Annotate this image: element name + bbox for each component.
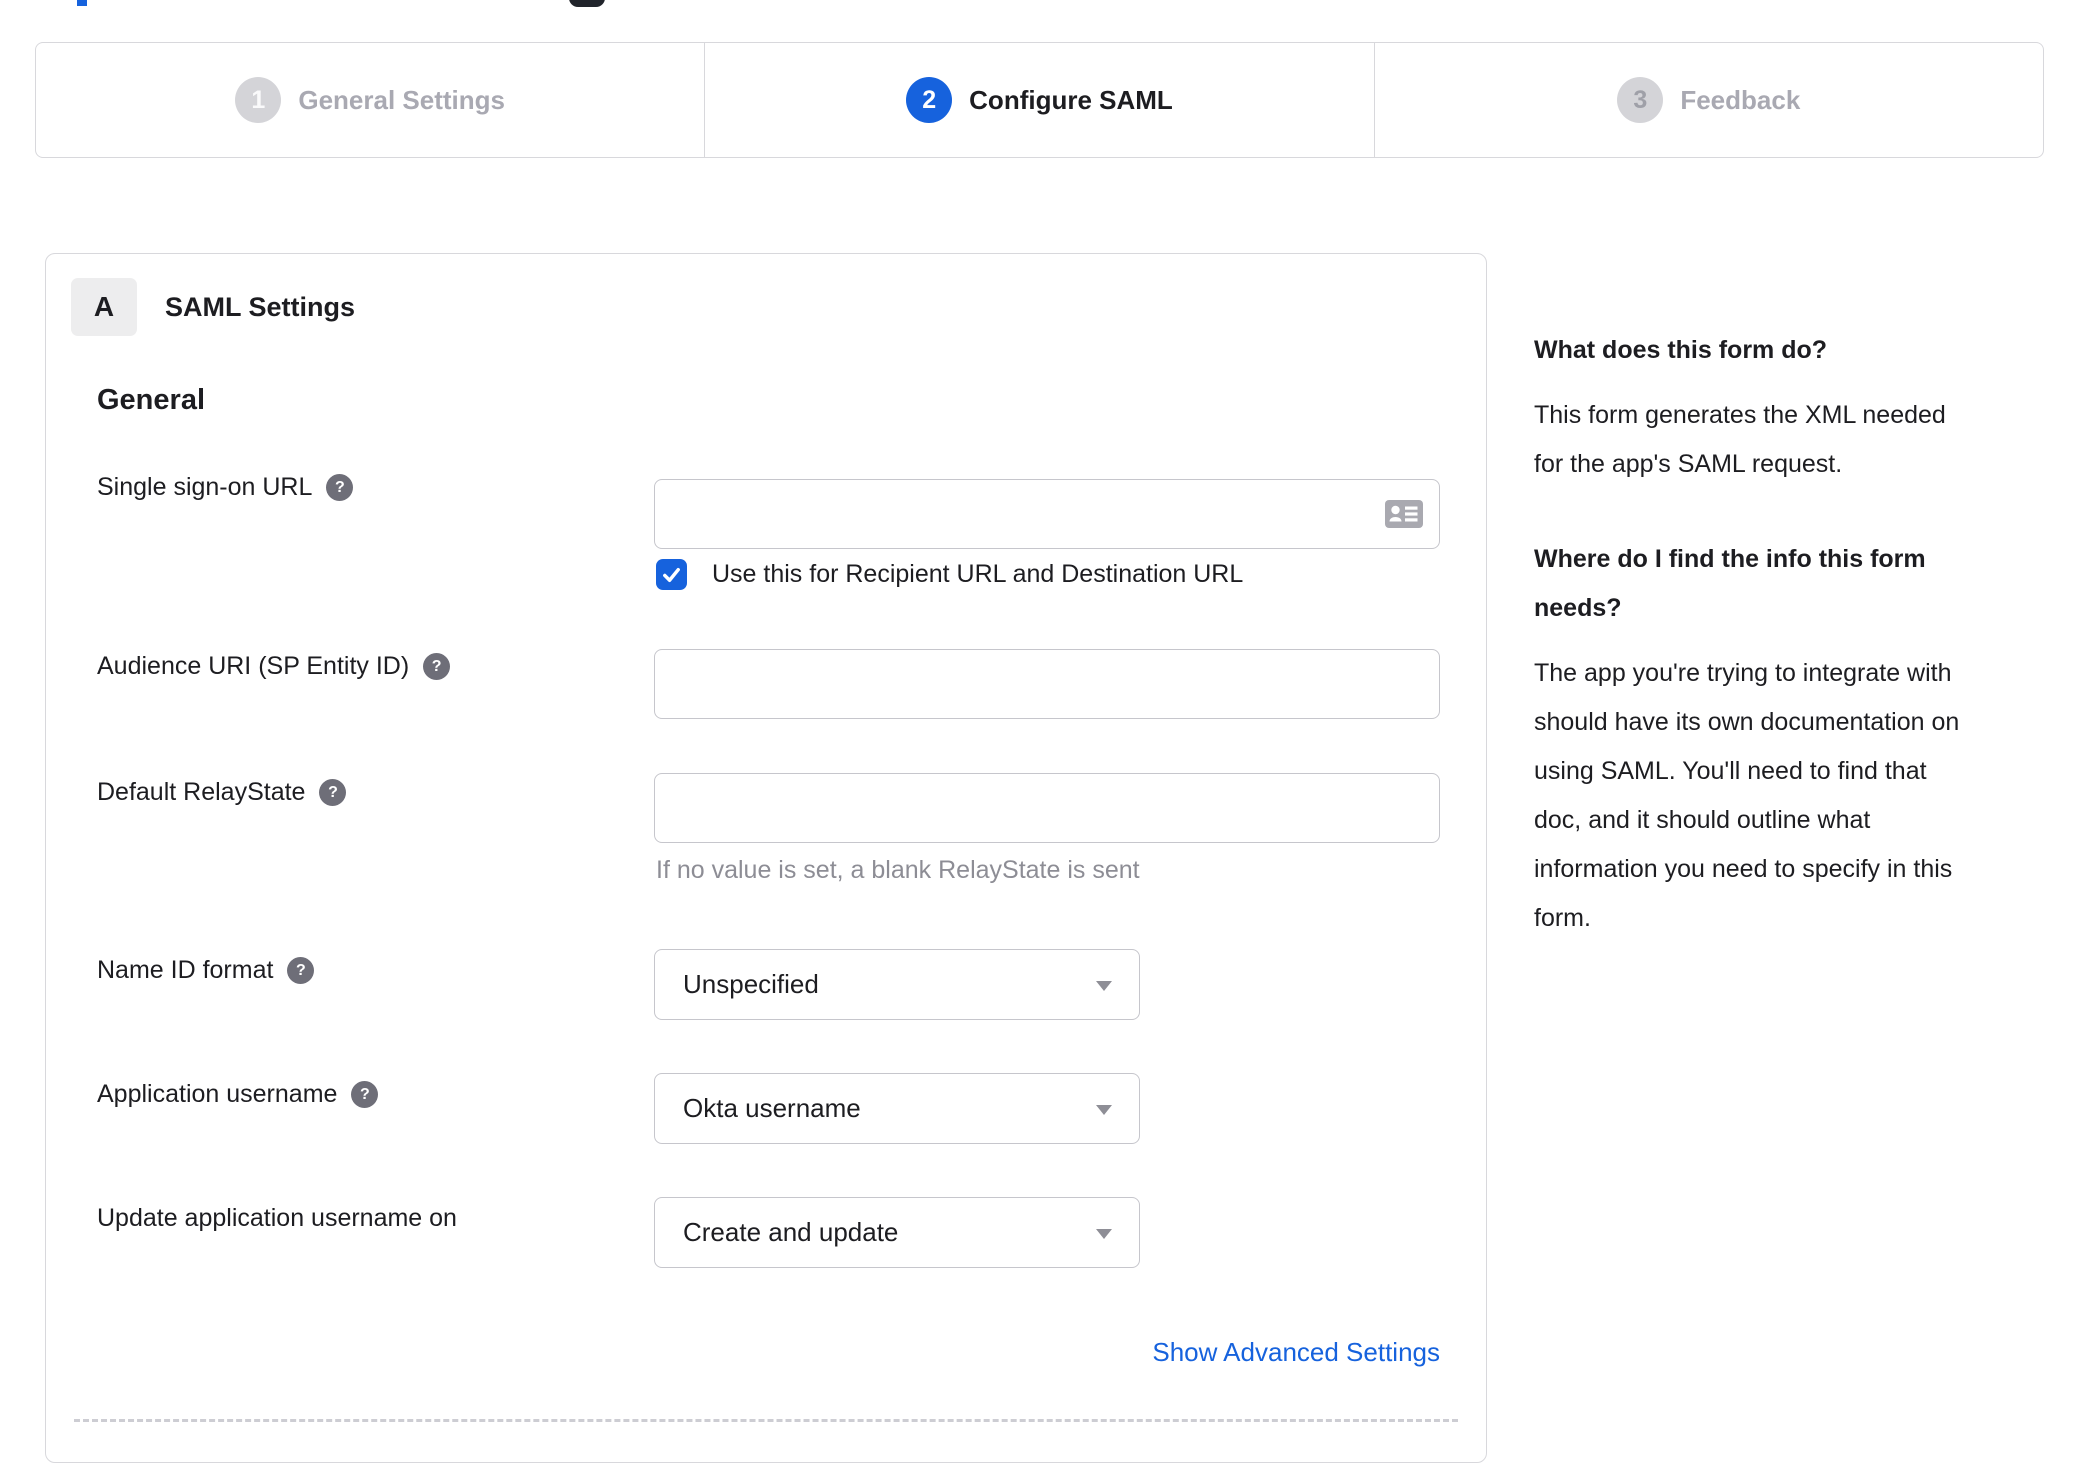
saml-settings-panel: A SAML Settings General Single sign-on U… — [45, 253, 1487, 1463]
step-number-badge: 1 — [235, 77, 282, 123]
sso-url-input-wrap — [654, 479, 1440, 549]
step-label: Configure SAML — [969, 84, 1173, 115]
section-dashed-divider — [74, 1419, 1458, 1422]
sso-url-input[interactable] — [654, 479, 1440, 549]
app-username-select[interactable]: Okta username — [654, 1073, 1140, 1144]
contact-card-icon[interactable] — [1385, 500, 1423, 528]
relaystate-label: Default RelayState — [97, 778, 306, 806]
help-paragraph-where: The app you're trying to integrate with … — [1534, 659, 1960, 932]
cutoff-app-logo-fragment — [569, 0, 605, 7]
recipient-url-checkbox[interactable] — [656, 559, 687, 590]
help-sidebar: What does this form do? This form genera… — [1534, 326, 2004, 943]
wizard-stepper: 1 General Settings 2 Configure SAML 3 Fe… — [35, 42, 2044, 158]
update-username-select[interactable]: Create and update — [654, 1197, 1140, 1268]
cutoff-blue-fragment — [77, 0, 87, 6]
nameid-format-select[interactable]: Unspecified — [654, 949, 1140, 1020]
help-heading-where: Where do I find the info this form needs… — [1534, 545, 1926, 622]
panel-title: SAML Settings — [165, 292, 356, 322]
audience-uri-label-row: Audience URI (SP Entity ID) ? — [97, 652, 451, 681]
step-label: Feedback — [1680, 84, 1801, 115]
sso-url-label-row: Single sign-on URL ? — [97, 473, 354, 502]
recipient-url-checkbox-row: Use this for Recipient URL and Destinati… — [656, 559, 1243, 590]
general-section-heading: General — [97, 384, 205, 416]
app-username-label: Application username — [97, 1080, 338, 1108]
update-username-label: Update application username on — [97, 1204, 457, 1232]
step-feedback[interactable]: 3 Feedback — [1373, 43, 2043, 157]
show-advanced-settings-link[interactable]: Show Advanced Settings — [654, 1337, 1440, 1368]
app-username-label-row: Application username ? — [97, 1080, 379, 1109]
relaystate-input[interactable] — [654, 773, 1440, 843]
audience-uri-input[interactable] — [654, 649, 1440, 719]
sso-url-label: Single sign-on URL — [97, 473, 313, 501]
step-number-badge: 3 — [1617, 77, 1664, 123]
app-username-value: Okta username — [683, 1093, 861, 1123]
help-icon[interactable]: ? — [319, 779, 347, 806]
relaystate-hint: If no value is set, a blank RelayState i… — [656, 856, 1140, 884]
relaystate-label-row: Default RelayState ? — [97, 778, 347, 807]
step-configure-saml[interactable]: 2 Configure SAML — [704, 43, 1373, 157]
update-username-label-row: Update application username on — [97, 1204, 457, 1233]
help-heading-what: What does this form do? — [1534, 336, 1828, 364]
step-number-badge: 2 — [906, 77, 953, 123]
chevron-down-icon — [1096, 1229, 1112, 1239]
audience-uri-label: Audience URI (SP Entity ID) — [97, 652, 410, 680]
step-label: General Settings — [298, 84, 505, 115]
checkmark-icon — [663, 567, 680, 582]
recipient-url-checkbox-label: Use this for Recipient URL and Destinati… — [712, 560, 1244, 588]
help-icon[interactable]: ? — [287, 957, 315, 984]
update-username-value: Create and update — [683, 1217, 899, 1247]
chevron-down-icon — [1096, 1105, 1112, 1115]
step-general-settings[interactable]: 1 General Settings — [36, 43, 704, 157]
help-icon[interactable]: ? — [326, 474, 354, 501]
nameid-format-value: Unspecified — [683, 969, 819, 999]
nameid-format-label: Name ID format — [97, 956, 274, 984]
chevron-down-icon — [1096, 981, 1112, 991]
help-icon[interactable]: ? — [351, 1081, 379, 1108]
section-a-badge: A — [71, 278, 137, 336]
nameid-format-label-row: Name ID format ? — [97, 956, 315, 985]
help-icon[interactable]: ? — [423, 653, 451, 680]
help-paragraph-what: This form generates the XML needed for t… — [1534, 401, 1946, 478]
